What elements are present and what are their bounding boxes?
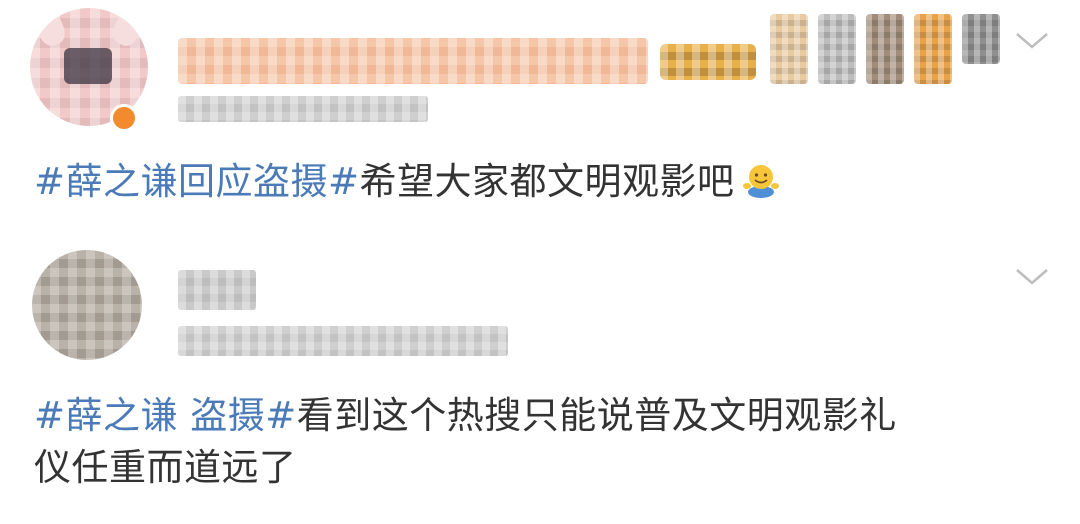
avatar-decoration [30,8,70,50]
chevron-down-icon[interactable] [1014,30,1050,52]
badge-icon [866,14,904,84]
username-2-blurred[interactable] [178,270,256,310]
post-text-1: #薛之谦回应盗摄#希望大家都文明观影吧 [34,156,781,208]
hashtag-link[interactable]: #薛之谦 盗摄# [34,394,297,437]
hashtag-link[interactable]: #薛之谦回应盗摄# [34,160,360,203]
user-avatar-2[interactable] [32,250,142,360]
post-text-2: #薛之谦 盗摄#看到这个热搜只能说普及文明观影礼 仪任重而道远了 [34,390,897,494]
post-content: 看到这个热搜只能说普及文明观影礼 [296,394,897,437]
smiling-face-emoji-icon [742,165,779,198]
badge-icons-blurred [770,14,1010,84]
chevron-down-icon[interactable] [1014,266,1050,288]
avatar-face [64,48,112,84]
badge-icon [818,14,856,84]
username-1-blurred[interactable] [178,38,648,84]
verified-badge [110,104,138,132]
avatar-decoration [108,8,148,50]
badge-icon [914,14,952,84]
vip-badge-blurred [660,44,756,80]
badge-icon [770,14,808,84]
post-content: 希望大家都文明观影吧 [359,160,735,203]
post-content-line2: 仪任重而道远了 [34,446,297,489]
badge-icon [962,14,1000,64]
post-meta-2-blurred [178,326,508,356]
post-meta-1-blurred [178,96,428,122]
